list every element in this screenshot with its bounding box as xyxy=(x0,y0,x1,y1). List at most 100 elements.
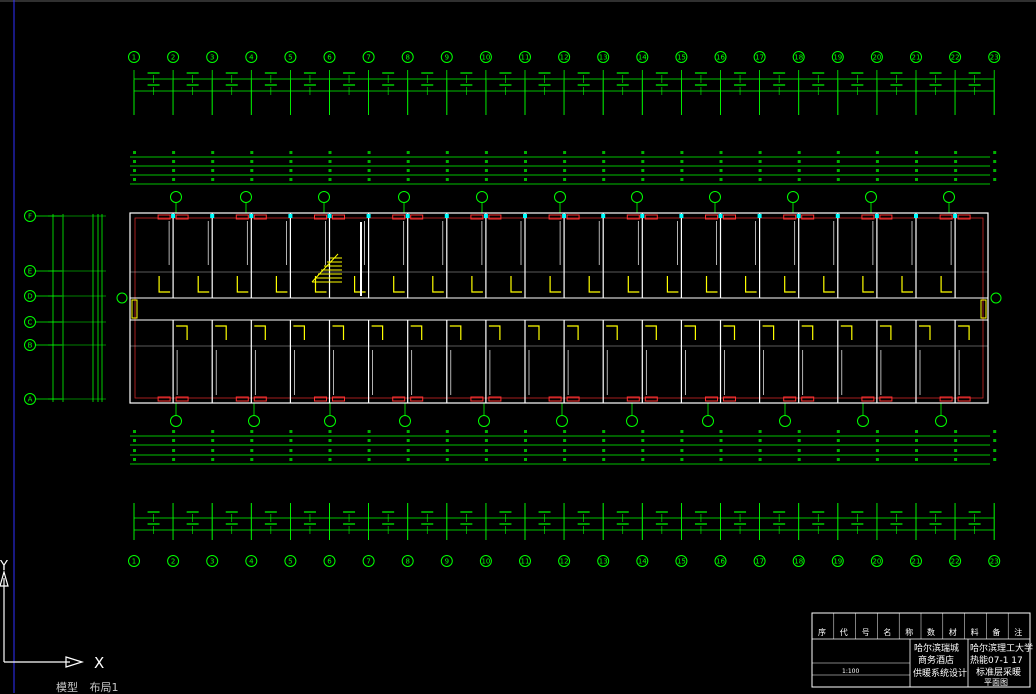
schedule-value-mark xyxy=(211,160,215,163)
title-block-header-cell: 备 xyxy=(992,627,1000,637)
schedule-value-mark xyxy=(289,439,293,442)
schedule-value-mark xyxy=(289,178,293,181)
schedule-value-mark xyxy=(367,151,371,154)
axis-bottom-15-label: 15 xyxy=(677,558,686,566)
schedule-value-mark xyxy=(915,430,918,433)
dimension-text-mark xyxy=(264,523,277,525)
tab-layout1[interactable]: 布局1 xyxy=(90,681,119,694)
dimension-text-mark xyxy=(382,84,395,86)
dimension-text-mark xyxy=(538,523,551,525)
dimension-text-mark xyxy=(147,84,160,86)
schedule-value-mark xyxy=(993,169,997,172)
schedule-value-mark xyxy=(758,151,762,154)
axis-top-7-label: 7 xyxy=(366,54,370,62)
schedule-value-mark xyxy=(954,439,958,442)
schedule-value-mark xyxy=(719,430,723,433)
schedule-value-mark xyxy=(563,151,567,154)
dimension-text-mark xyxy=(929,523,942,525)
schedule-value-mark xyxy=(602,439,606,442)
schedule-value-mark xyxy=(250,430,254,433)
title-block-design-type: 供暖系统设计 xyxy=(913,667,967,679)
schedule-value-mark xyxy=(797,178,801,181)
dimension-text-mark xyxy=(538,72,551,74)
schedule-value-mark xyxy=(602,449,606,452)
dimension-text-mark xyxy=(577,72,590,74)
title-block-header-cell: 称 xyxy=(905,627,913,637)
dimension-text-mark xyxy=(382,523,395,525)
schedule-value-mark xyxy=(172,169,176,172)
schedule-value-mark xyxy=(680,151,684,154)
axis-bottom-23-label: 23 xyxy=(990,558,999,566)
title-block-header-cell: 注 xyxy=(1014,627,1022,637)
dimension-text-mark xyxy=(147,511,160,513)
dimension-text-mark xyxy=(382,72,395,74)
dimension-text-mark xyxy=(421,72,434,74)
dimension-text-mark xyxy=(812,523,825,525)
schedule-value-mark xyxy=(836,151,840,154)
schedule-value-mark xyxy=(758,430,762,433)
schedule-value-mark xyxy=(445,178,449,181)
schedule-value-mark xyxy=(641,178,645,181)
schedule-value-mark xyxy=(250,151,254,154)
schedule-value-mark xyxy=(367,449,371,452)
dimension-text-mark xyxy=(734,523,747,525)
dimension-text-mark xyxy=(577,511,590,513)
title-block-client-2: 商务酒店 xyxy=(918,654,954,666)
schedule-value-mark xyxy=(328,430,332,433)
schedule-value-mark xyxy=(211,449,215,452)
dimension-text-mark xyxy=(343,84,356,86)
axis-bottom-19-label: 19 xyxy=(833,558,842,566)
tab-model[interactable]: 模型 xyxy=(56,681,78,694)
schedule-value-mark xyxy=(875,430,879,433)
title-block-university: 哈尔滨理工大学 xyxy=(970,642,1033,654)
dimension-text-mark xyxy=(225,523,238,525)
axis-left-D-label: D xyxy=(27,293,32,301)
schedule-value-mark xyxy=(954,449,958,452)
axis-bottom-4-label: 4 xyxy=(249,558,254,566)
riser-point xyxy=(640,214,645,218)
axis-bottom-16-label: 16 xyxy=(716,558,725,566)
axis-top-21-label: 21 xyxy=(912,54,921,62)
dimension-text-mark xyxy=(186,72,199,74)
dimension-text-mark xyxy=(616,511,629,513)
dimension-text-mark xyxy=(968,72,981,74)
axis-left-F-label: F xyxy=(28,213,32,221)
dimension-text-mark xyxy=(968,84,981,86)
dimension-text-mark xyxy=(655,72,668,74)
schedule-value-mark xyxy=(758,449,762,452)
schedule-value-mark xyxy=(915,151,918,154)
schedule-value-mark xyxy=(445,151,449,154)
dimension-text-mark xyxy=(499,84,512,86)
schedule-value-mark xyxy=(954,160,958,163)
dimension-text-mark xyxy=(890,72,903,74)
schedule-value-mark xyxy=(484,430,488,433)
schedule-value-mark xyxy=(915,160,918,163)
schedule-value-mark xyxy=(484,439,488,442)
schedule-value-mark xyxy=(445,449,449,452)
title-block-header-cell: 材 xyxy=(949,627,957,637)
cad-drawing-canvas[interactable]: 1 2 3 4 5 6 7 8 9 10 11 12 13 14 15 16 17 18 19 20 21 22 231 2 3… xyxy=(0,0,1036,693)
dimension-text-mark xyxy=(655,84,668,86)
schedule-value-mark xyxy=(406,430,410,433)
dimension-text-mark xyxy=(851,511,864,513)
title-block-header-cell: 名 xyxy=(883,627,891,637)
schedule-value-mark xyxy=(250,458,254,461)
schedule-value-mark xyxy=(367,458,371,461)
schedule-value-mark xyxy=(133,430,136,433)
schedule-value-mark xyxy=(133,160,136,163)
dimension-text-mark xyxy=(303,523,316,525)
riser-point xyxy=(757,214,762,218)
dimension-text-mark xyxy=(499,72,512,74)
dimension-text-mark xyxy=(460,84,473,86)
schedule-value-mark xyxy=(641,449,645,452)
schedule-value-mark xyxy=(211,151,215,154)
title-block-header-cell: 序 xyxy=(818,627,826,637)
schedule-value-mark xyxy=(563,439,567,442)
axis-top-13-label: 13 xyxy=(599,54,608,62)
schedule-value-mark xyxy=(875,439,879,442)
schedule-value-mark xyxy=(445,439,449,442)
schedule-value-mark xyxy=(524,449,527,452)
schedule-value-mark xyxy=(836,458,840,461)
schedule-value-mark xyxy=(211,178,215,181)
schedule-value-mark xyxy=(211,430,215,433)
